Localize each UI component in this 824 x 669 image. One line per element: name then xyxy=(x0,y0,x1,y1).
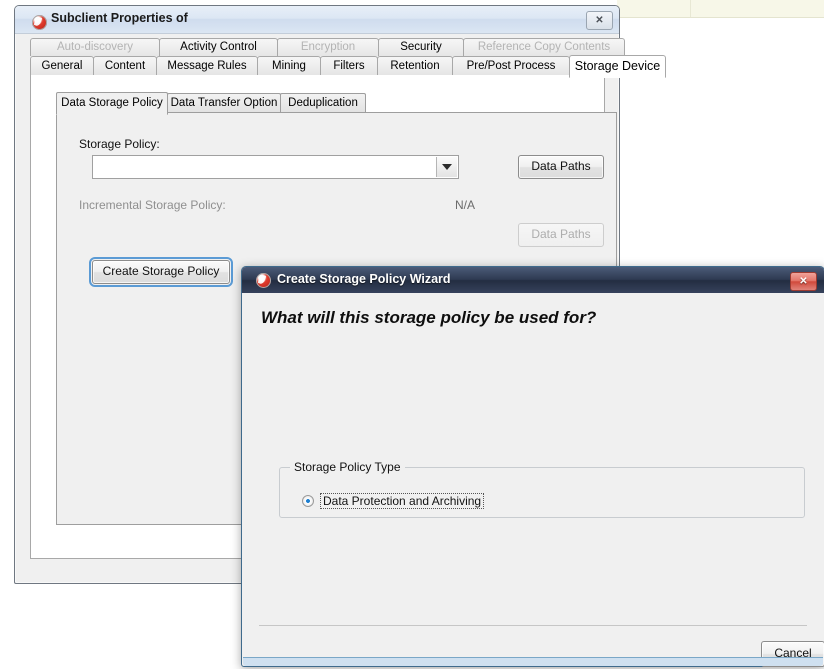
incremental-storage-policy-label: Incremental Storage Policy: xyxy=(79,198,226,212)
inner-tab-strip: Data Storage Policy Data Transfer Option… xyxy=(56,92,366,115)
outer-tab-strip: Auto-discovery Activity Control Encrypti… xyxy=(30,38,625,56)
main-tab-strip: General Content Message Rules Mining Fil… xyxy=(30,55,666,78)
chevron-down-icon[interactable] xyxy=(436,157,457,177)
storage-policy-type-legend: Storage Policy Type xyxy=(290,460,405,474)
tab-mining[interactable]: Mining xyxy=(257,56,321,77)
wizard-bottom-band xyxy=(243,657,823,666)
wizard-separator xyxy=(259,625,807,626)
background-app-strip-divider xyxy=(690,0,691,17)
commvault-logo-icon xyxy=(32,15,47,30)
tab-message-rules[interactable]: Message Rules xyxy=(156,56,258,77)
storage-policy-combobox[interactable] xyxy=(92,155,459,179)
radio-option-label: Data Protection and Archiving xyxy=(320,493,485,509)
tab-general[interactable]: General xyxy=(30,56,94,77)
storage-policy-type-groupbox: Storage Policy Type Data Protection and … xyxy=(279,460,805,518)
wizard-titlebar[interactable]: Create Storage Policy Wizard ✕ xyxy=(242,267,824,293)
subclient-window-title: Subclient Properties of xyxy=(51,11,188,25)
tab-deduplication[interactable]: Deduplication xyxy=(280,93,366,113)
tab-filters[interactable]: Filters xyxy=(320,56,378,77)
data-paths-button[interactable]: Data Paths xyxy=(518,155,604,179)
tab-pre-post-process[interactable]: Pre/Post Process xyxy=(452,56,570,77)
incremental-storage-policy-value: N/A xyxy=(455,198,476,212)
create-storage-policy-wizard: Create Storage Policy Wizard ✕ What will… xyxy=(241,266,824,667)
incremental-data-paths-button: Data Paths xyxy=(518,223,604,247)
commvault-logo-icon xyxy=(256,273,271,288)
tab-storage-device[interactable]: Storage Device xyxy=(569,55,666,78)
background-app-strip xyxy=(617,0,824,18)
wizard-heading: What will this storage policy be used fo… xyxy=(261,308,597,327)
radio-option-data-protection-and-archiving[interactable]: Data Protection and Archiving xyxy=(302,493,485,509)
create-storage-policy-button[interactable]: Create Storage Policy xyxy=(89,257,233,287)
tab-data-transfer-option[interactable]: Data Transfer Option xyxy=(167,93,281,113)
subclient-titlebar[interactable]: Subclient Properties of ✕ xyxy=(15,6,619,34)
wizard-window-title: Create Storage Policy Wizard xyxy=(277,272,451,286)
close-icon[interactable]: ✕ xyxy=(586,11,613,30)
radio-selected-icon[interactable] xyxy=(302,495,314,507)
tab-activity-control[interactable]: Activity Control xyxy=(159,38,278,56)
tab-reference-copy-contents[interactable]: Reference Copy Contents xyxy=(463,38,625,56)
storage-policy-label: Storage Policy: xyxy=(79,137,160,151)
close-icon[interactable]: ✕ xyxy=(790,272,817,291)
tab-retention[interactable]: Retention xyxy=(377,56,453,77)
tab-auto-discovery[interactable]: Auto-discovery xyxy=(30,38,160,56)
tab-encryption[interactable]: Encryption xyxy=(277,38,379,56)
tab-content[interactable]: Content xyxy=(93,56,157,77)
tab-security[interactable]: Security xyxy=(378,38,464,56)
wizard-body: What will this storage policy be used fo… xyxy=(243,293,824,667)
tab-data-storage-policy[interactable]: Data Storage Policy xyxy=(56,92,168,115)
